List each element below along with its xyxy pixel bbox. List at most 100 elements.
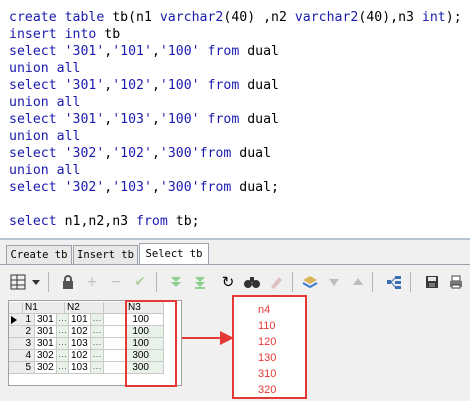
post-check-icon[interactable]: ✔ xyxy=(128,270,152,294)
cell-n1[interactable]: 301 xyxy=(35,338,57,350)
result-value: 310 xyxy=(258,368,277,380)
code-token: from xyxy=(199,146,240,161)
separator xyxy=(410,272,411,292)
row-number: 5 xyxy=(9,362,35,374)
code-token: select xyxy=(9,112,65,127)
code-token: select xyxy=(9,214,65,229)
result-value: 130 xyxy=(258,352,277,364)
code-token: table xyxy=(56,10,113,25)
code-token: dual xyxy=(247,112,279,127)
code-token: create xyxy=(9,10,57,25)
save-icon[interactable] xyxy=(420,270,444,294)
code-token: ); xyxy=(445,10,462,25)
refresh-icon[interactable]: ↻ xyxy=(216,270,240,294)
code-token: n1,n2,n3 xyxy=(64,214,137,229)
tab-create-tb[interactable]: Create tb xyxy=(6,245,72,264)
add-row-icon[interactable]: + xyxy=(80,270,104,294)
cell-n1[interactable]: 301 xyxy=(35,314,57,326)
cell-blank[interactable] xyxy=(104,326,126,338)
cell-blank[interactable] xyxy=(104,362,126,374)
delete-row-icon[interactable]: − xyxy=(104,270,128,294)
code-token: dual; xyxy=(239,180,279,195)
code-line: union all xyxy=(9,60,80,77)
cell-n1[interactable]: 302 xyxy=(35,350,57,362)
tab-insert-tb[interactable]: Insert tb xyxy=(73,245,138,264)
code-token: union all xyxy=(9,61,81,76)
code-token: union all xyxy=(9,95,81,110)
cell-ellipsis-button[interactable]: ··· xyxy=(57,350,69,362)
code-token: , xyxy=(151,112,160,127)
cell-n1[interactable]: 301 xyxy=(35,326,57,338)
code-token: , xyxy=(151,180,160,195)
cell-n2[interactable]: 103 xyxy=(69,362,91,374)
header-blank xyxy=(104,302,126,314)
cell-blank[interactable] xyxy=(104,314,126,326)
cell-ellipsis-button[interactable]: ··· xyxy=(91,338,104,350)
print-icon[interactable] xyxy=(444,270,468,294)
cell-ellipsis-button[interactable]: ··· xyxy=(57,362,69,374)
grid-toolbar: + − ✔ ↻ xyxy=(4,268,470,296)
code-line: select n1,n2,n3 from tb; xyxy=(9,213,200,230)
prev-icon[interactable] xyxy=(346,270,370,294)
header-blank xyxy=(9,302,23,314)
code-line: union all xyxy=(9,94,80,111)
code-token: , xyxy=(151,44,160,59)
cell-ellipsis-button[interactable]: ··· xyxy=(91,350,104,362)
dropdown-arrow-icon[interactable] xyxy=(30,270,42,294)
code-token: union all xyxy=(9,163,81,178)
code-token: '102' xyxy=(112,146,152,161)
code-token: ,n3 xyxy=(390,10,422,25)
cell-n1[interactable]: 302 xyxy=(35,362,57,374)
code-token: insert into xyxy=(9,27,105,42)
code-token: '302' xyxy=(64,146,105,161)
code-line: select '301','101','100' from dual xyxy=(9,43,279,60)
cell-n2[interactable]: 102 xyxy=(69,350,91,362)
query-plan-icon[interactable] xyxy=(382,270,406,294)
cell-n2[interactable]: 103 xyxy=(69,338,91,350)
cell-ellipsis-button[interactable]: ··· xyxy=(57,314,69,326)
cell-ellipsis-button[interactable]: ··· xyxy=(57,338,69,350)
code-token: tb xyxy=(104,27,121,42)
code-line: union all xyxy=(9,162,80,179)
separator xyxy=(156,272,157,292)
cell-n2[interactable]: 101 xyxy=(69,314,91,326)
tab-select-tb[interactable]: Select tb xyxy=(139,243,209,264)
column-header-n1[interactable]: N1 xyxy=(23,302,65,314)
code-token: dual xyxy=(247,44,279,59)
code-token: varchar2 xyxy=(159,10,224,25)
cell-ellipsis-button[interactable]: ··· xyxy=(91,326,104,338)
code-line: select '301','103','100' from dual xyxy=(9,111,279,128)
code-token: select xyxy=(9,44,65,59)
cell-n2[interactable]: 102 xyxy=(69,326,91,338)
cell-blank[interactable] xyxy=(104,338,126,350)
code-token: dual xyxy=(239,146,272,161)
last-record-icon[interactable] xyxy=(188,270,212,294)
lock-icon[interactable] xyxy=(56,270,80,294)
grid-view-icon[interactable] xyxy=(6,270,30,294)
first-record-icon[interactable] xyxy=(164,270,188,294)
code-token: , xyxy=(151,78,160,93)
cell-blank[interactable] xyxy=(104,350,126,362)
code-token: '102' xyxy=(112,78,152,93)
code-token: (40) xyxy=(223,10,256,25)
separator xyxy=(372,272,373,292)
code-token: select xyxy=(9,146,65,161)
row-number: 3 xyxy=(9,338,35,350)
find-icon[interactable] xyxy=(240,270,264,294)
code-token: '103' xyxy=(112,112,152,127)
cell-ellipsis-button[interactable]: ··· xyxy=(91,314,104,326)
arrow-icon xyxy=(182,331,234,345)
result-value: 320 xyxy=(258,384,277,396)
cell-ellipsis-button[interactable]: ··· xyxy=(91,362,104,374)
code-line: select '301','102','100' from dual xyxy=(9,77,279,94)
export-icon[interactable] xyxy=(298,270,322,294)
clear-icon[interactable] xyxy=(264,270,288,294)
column-header-n2[interactable]: N2 xyxy=(65,302,104,314)
code-line: union all xyxy=(9,128,80,145)
cell-ellipsis-button[interactable]: ··· xyxy=(57,326,69,338)
sql-editor[interactable]: create table tb(n1 varchar2(40) ,n2 varc… xyxy=(0,0,470,238)
code-token: '100' xyxy=(159,44,200,59)
code-token: int xyxy=(421,10,446,25)
current-row-indicator-icon xyxy=(11,316,17,324)
next-icon[interactable] xyxy=(322,270,346,294)
